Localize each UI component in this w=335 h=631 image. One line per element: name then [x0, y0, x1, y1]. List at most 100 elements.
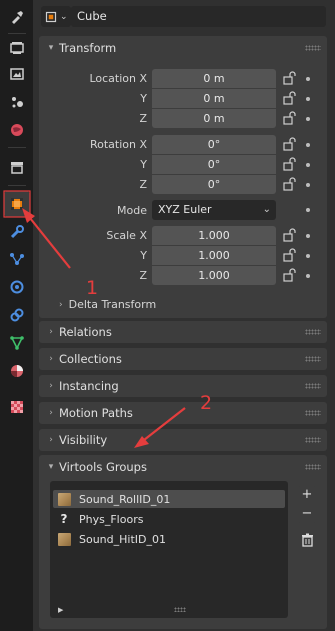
scene-tab[interactable]: [4, 117, 30, 143]
object-name-field[interactable]: Cube: [71, 6, 326, 27]
scale-y-label: Y: [140, 249, 147, 262]
visibility-panel[interactable]: › Visibility: [39, 429, 327, 451]
drag-grip-icon[interactable]: [305, 45, 321, 51]
texture-tab[interactable]: [4, 394, 30, 420]
list-item-label: Sound_HitID_01: [79, 532, 166, 546]
collapsed-arrow-icon: ›: [49, 381, 53, 391]
mesh-data-icon: [10, 336, 24, 350]
output-icon: [10, 68, 24, 80]
object-tab[interactable]: [4, 191, 30, 217]
collapsed-arrow-icon: ›: [49, 408, 53, 418]
object-icon: [45, 11, 57, 22]
clear-groups-button[interactable]: [297, 533, 317, 551]
drag-grip-icon[interactable]: [305, 410, 321, 416]
chevron-down-icon: ⌄: [262, 204, 271, 215]
collection-tab[interactable]: [4, 154, 30, 180]
properties-tab-strip: [0, 0, 33, 631]
rotation-x-field[interactable]: 0°: [152, 135, 276, 154]
world-icon: [11, 124, 23, 136]
location-x-field[interactable]: 0 m: [152, 69, 276, 88]
motion-paths-panel[interactable]: › Motion Paths: [39, 402, 327, 424]
tool-icon: [12, 11, 23, 24]
wood-texture-icon: [57, 532, 71, 546]
constraints-tab[interactable]: [4, 302, 30, 328]
drag-grip-icon[interactable]: [305, 329, 321, 335]
keyframe-dot-icon[interactable]: [306, 254, 310, 258]
list-item[interactable]: Sound_HitID_01: [53, 530, 285, 548]
unlock-icon[interactable]: [283, 228, 297, 242]
panel-title: Virtools Groups: [59, 460, 147, 474]
keyframe-dot-icon[interactable]: [306, 143, 310, 147]
object-type-button[interactable]: ⌄: [41, 6, 71, 27]
tool-tab[interactable]: [4, 4, 30, 30]
particles-icon: [10, 253, 24, 265]
rotation-x-label: Rotation X: [89, 138, 147, 151]
unlock-icon[interactable]: [283, 71, 297, 85]
view-layer-tab[interactable]: [4, 89, 30, 115]
unlock-icon[interactable]: [283, 268, 297, 282]
transform-panel-header[interactable]: ▾ Transform: [39, 36, 327, 60]
material-icon: [11, 365, 23, 377]
location-y-field[interactable]: 0 m: [152, 89, 276, 108]
keyframe-dot-icon[interactable]: [306, 234, 310, 238]
drag-grip-icon[interactable]: [305, 437, 321, 443]
keyframe-dot-icon[interactable]: [306, 117, 310, 121]
expand-filter-icon[interactable]: ▶: [58, 606, 63, 614]
keyframe-dot-icon[interactable]: [306, 183, 310, 187]
expand-arrow-icon: ▾: [48, 462, 54, 472]
virtools-groups-header[interactable]: ▾ Virtools Groups: [39, 455, 327, 479]
render-tab[interactable]: [4, 35, 30, 61]
drag-grip-icon[interactable]: [305, 383, 321, 389]
constraints-icon: [10, 308, 24, 322]
scale-y-field[interactable]: 1.000: [152, 246, 276, 265]
list-item[interactable]: Sound_RollID_01: [53, 490, 285, 508]
render-icon: [10, 42, 24, 54]
modifier-tab[interactable]: [4, 219, 30, 245]
drag-grip-icon[interactable]: [305, 356, 321, 362]
scale-z-field[interactable]: 1.000: [152, 266, 276, 285]
rotation-y-field[interactable]: 0°: [152, 155, 276, 174]
chevron-down-icon: ⌄: [60, 11, 68, 22]
keyframe-dot-icon[interactable]: [306, 208, 310, 212]
panel-title: Visibility: [59, 433, 108, 447]
delta-transform-subpanel[interactable]: › Delta Transform: [59, 298, 156, 311]
physics-tab[interactable]: [4, 274, 30, 300]
unlock-icon[interactable]: [283, 91, 297, 105]
resize-grip-icon[interactable]: [174, 607, 186, 612]
object-data-tab[interactable]: [4, 330, 30, 356]
drag-grip-icon[interactable]: [305, 464, 321, 470]
unlock-icon[interactable]: [283, 111, 297, 125]
instancing-panel[interactable]: › Instancing: [39, 375, 327, 397]
collections-panel[interactable]: › Collections: [39, 348, 327, 370]
virtools-group-list[interactable]: Sound_RollID_01 ? Phys_Floors Sound_HitI…: [50, 481, 288, 618]
collection-icon: [11, 162, 23, 174]
unlock-icon[interactable]: [283, 137, 297, 151]
question-icon: ?: [60, 512, 68, 526]
rotation-z-field[interactable]: 0°: [152, 175, 276, 194]
output-tab[interactable]: [4, 61, 30, 87]
location-z-field[interactable]: 0 m: [152, 109, 276, 128]
relations-panel[interactable]: › Relations: [39, 321, 327, 343]
keyframe-dot-icon[interactable]: [306, 77, 310, 81]
annotation-label-1: 1: [86, 277, 99, 299]
unlock-icon[interactable]: [283, 248, 297, 262]
add-group-button[interactable]: +: [297, 486, 317, 504]
rotation-mode-select[interactable]: XYZ Euler ⌄: [152, 200, 276, 220]
list-item-label: Phys_Floors: [79, 512, 144, 526]
panel-title: Transform: [59, 41, 117, 55]
unlock-icon[interactable]: [283, 157, 297, 171]
expand-arrow-icon: ▾: [48, 43, 54, 53]
keyframe-dot-icon[interactable]: [306, 163, 310, 167]
scale-x-field[interactable]: 1.000: [152, 226, 276, 245]
list-item[interactable]: ? Phys_Floors: [53, 510, 285, 528]
unlock-icon[interactable]: [283, 177, 297, 191]
list-item-label: Sound_RollID_01: [79, 492, 171, 506]
particles-tab[interactable]: [4, 246, 30, 272]
keyframe-dot-icon[interactable]: [306, 97, 310, 101]
collapsed-arrow-icon: ›: [49, 354, 53, 364]
keyframe-dot-icon[interactable]: [306, 274, 310, 278]
remove-group-button[interactable]: −: [297, 505, 317, 523]
annotation-label-2: 2: [200, 392, 213, 414]
material-tab[interactable]: [4, 358, 30, 384]
trash-icon: [301, 533, 313, 547]
